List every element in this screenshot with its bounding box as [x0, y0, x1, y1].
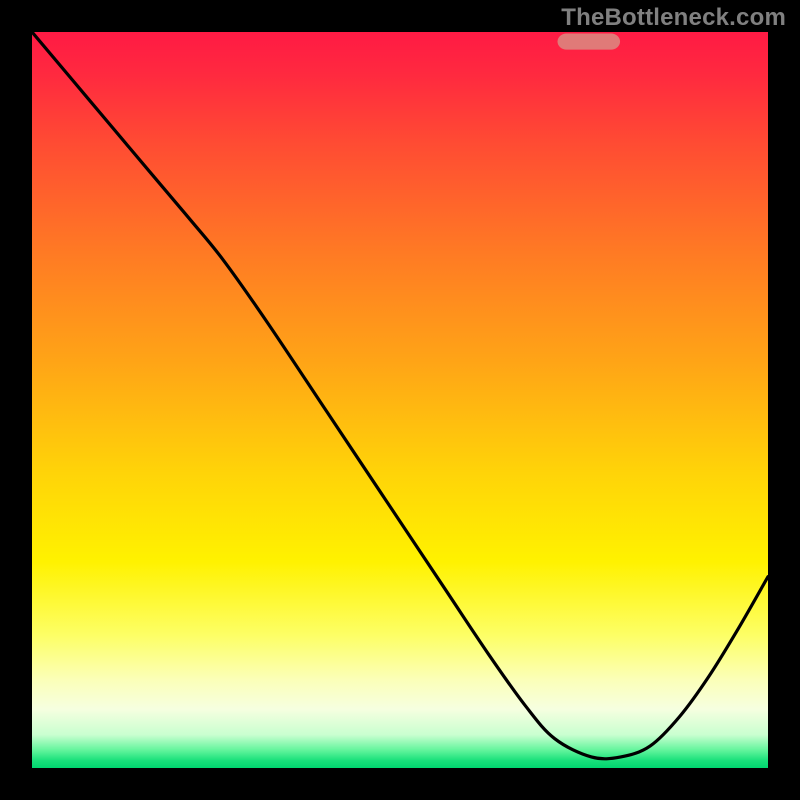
chart-frame: TheBottleneck.com — [0, 0, 800, 800]
gradient-background — [32, 32, 768, 768]
watermark-text: TheBottleneck.com — [561, 4, 786, 32]
optimal-marker — [558, 33, 621, 49]
bottleneck-chart — [0, 0, 800, 800]
